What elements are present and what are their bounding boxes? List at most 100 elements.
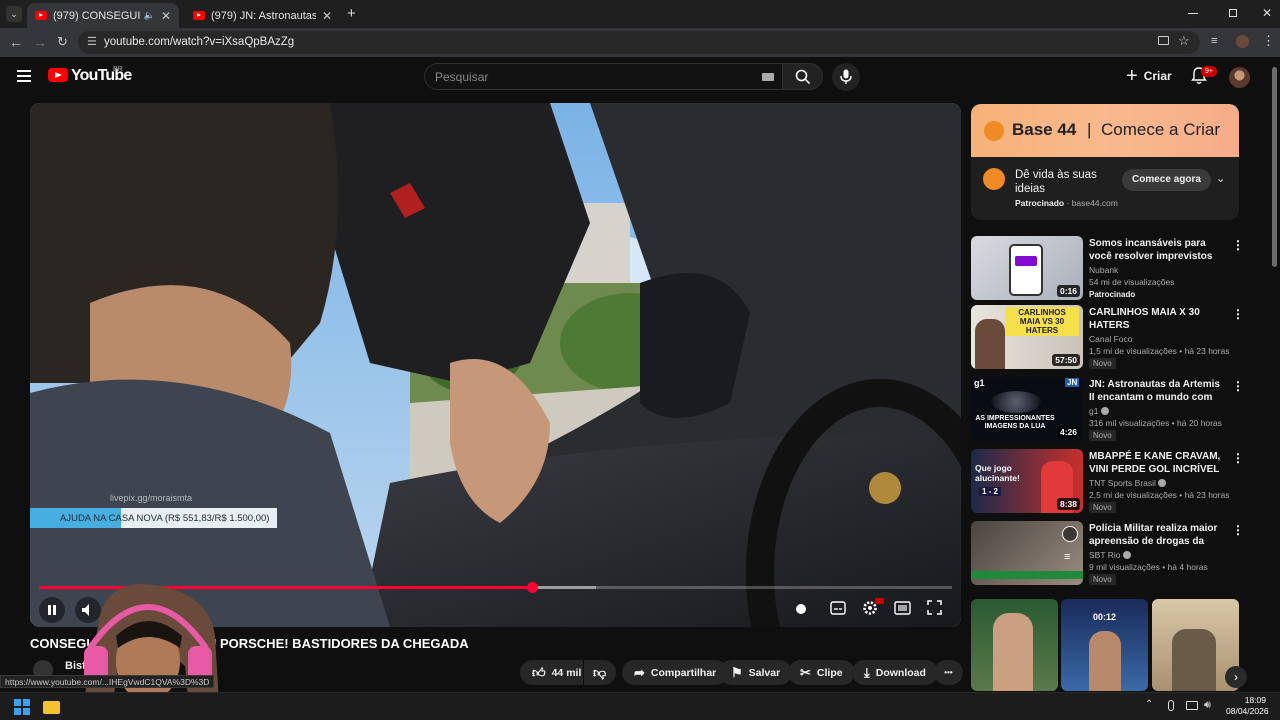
video-thumbnail[interactable]: 0:16 (971, 236, 1083, 300)
install-app-icon[interactable] (1158, 36, 1169, 45)
ad-domain: base44.com (1071, 198, 1118, 208)
recommendation-item[interactable]: CARLINHOS MAIA VS 30 HATERS 57:50 CARLIN… (971, 305, 1244, 371)
restore-icon[interactable] (1229, 9, 1237, 17)
video-thumbnail[interactable]: ≡ (971, 521, 1083, 585)
account-avatar[interactable] (1229, 67, 1250, 88)
forward-icon[interactable]: → (33, 34, 47, 50)
ad-meta: Patrocinado · base44.com (1015, 198, 1118, 208)
autoplay-toggle[interactable] (793, 602, 811, 616)
video-duration: 0:16 (1056, 285, 1080, 297)
search-input[interactable]: Pesquisar (424, 63, 783, 90)
short-thumbnail[interactable]: 00:12 (1061, 599, 1148, 691)
site-info-icon[interactable]: ☰ (87, 35, 97, 48)
microphone-tray-icon[interactable] (1168, 700, 1174, 711)
tab-close-icon[interactable]: ✕ (322, 9, 332, 23)
theater-mode-icon[interactable] (894, 601, 911, 615)
tray-expand-icon[interactable]: ⌃ (1145, 699, 1153, 710)
scrollbar-thumb[interactable] (1272, 67, 1277, 267)
save-button[interactable]: ⚑ Salvar (719, 660, 793, 685)
tab-search-button[interactable]: ⌄ (6, 6, 22, 22)
channel-logo-g1: g1 (974, 378, 985, 388)
channel-name[interactable]: g1 (1089, 406, 1109, 416)
more-options-icon[interactable]: ⋮ (1232, 379, 1244, 393)
more-actions-button[interactable]: ••• (934, 660, 963, 685)
clock-date: 08/04/2026 (1226, 706, 1269, 716)
system-clock[interactable]: 18:09 08/04/2026 (1226, 695, 1269, 717)
video-player[interactable]: livepix.gg/moraismta AJUDA NA CASA NOVA … (30, 103, 961, 627)
recommendation-item[interactable]: 0:16 Somos incansáveis para você resolve… (971, 236, 1244, 302)
youtube-logo-icon[interactable] (48, 68, 68, 82)
channel-name[interactable]: TNT Sports Brasil (1089, 478, 1167, 488)
more-options-icon[interactable]: ⋮ (1232, 307, 1244, 321)
more-options-icon[interactable]: ⋮ (1232, 451, 1244, 465)
ad-cta-button[interactable]: Comece agora (1122, 169, 1211, 191)
verified-icon (1122, 551, 1131, 559)
video-title[interactable]: CARLINHOS MAIA X 30 HATERS (1089, 306, 1227, 332)
like-button[interactable]: 👍︎ 44 mil (520, 660, 583, 685)
ad-headline[interactable]: Dê vida às suas ideias (1015, 168, 1115, 196)
hamburger-menu-icon[interactable] (17, 70, 31, 82)
video-thumbnail[interactable]: g1 JN AS IMPRESSIONANTES IMAGENS DA LUA … (971, 377, 1083, 441)
new-badge: Novo (1089, 430, 1116, 441)
short-thumbnail[interactable] (971, 599, 1058, 691)
bookmark-star-icon[interactable]: ☆ (1178, 33, 1190, 49)
browser-menu-icon[interactable]: ⋮ (1262, 33, 1275, 49)
address-bar[interactable]: ☰ youtube.com/watch?v=iXsaQpBAzZg ☆ (78, 31, 1200, 54)
minimize-icon[interactable] (1188, 13, 1198, 14)
video-meta: 54 mi de visualizações (1089, 277, 1175, 287)
page-scrollbar[interactable] (1270, 57, 1280, 692)
verified-icon (1100, 407, 1109, 415)
subtitles-icon[interactable] (830, 601, 846, 615)
scissors-icon: ✂ (800, 664, 811, 680)
close-window-icon[interactable]: ✕ (1262, 6, 1272, 20)
add-to-queue-icon[interactable]: ≡ (1064, 551, 1070, 563)
recommendation-item[interactable]: g1 JN AS IMPRESSIONANTES IMAGENS DA LUA … (971, 377, 1244, 443)
file-explorer-icon[interactable] (43, 701, 60, 714)
chevron-down-icon[interactable]: ⌄ (1216, 172, 1225, 185)
recommendation-item[interactable]: Que jogo alucinante! 1 - 2 8:38 MBAPPÉ E… (971, 449, 1244, 515)
video-thumbnail[interactable]: CARLINHOS MAIA VS 30 HATERS 57:50 (971, 305, 1083, 369)
sponsored-ad-card[interactable]: Base 44 | Comece a Criar Dê vida às suas… (971, 104, 1239, 220)
download-label: Download (875, 666, 926, 679)
tab-close-icon[interactable]: ✕ (161, 9, 171, 23)
media-controls-icon[interactable]: ≡ (1211, 35, 1217, 47)
ad-banner[interactable]: Base 44 | Comece a Criar (971, 104, 1239, 157)
keyboard-icon[interactable] (762, 73, 774, 81)
browser-tab-active[interactable]: (979) CONSEGUI COMPRAR 🔈 ✕ (27, 3, 179, 28)
browser-tab[interactable]: (979) JN: Astronautas da Artemis ✕ (185, 3, 340, 28)
network-icon[interactable] (1186, 701, 1198, 710)
new-badge: Novo (1089, 574, 1116, 585)
watch-later-icon[interactable] (1062, 526, 1078, 542)
new-tab-button[interactable]: + (347, 5, 356, 22)
channel-name[interactable]: Canal Foco (1089, 334, 1132, 344)
video-thumbnail[interactable]: Que jogo alucinante! 1 - 2 8:38 (971, 449, 1083, 513)
channel-name[interactable]: Nubank (1089, 265, 1118, 275)
reload-icon[interactable]: ↻ (57, 34, 68, 50)
profile-icon[interactable] (1236, 35, 1249, 48)
share-button[interactable]: ➦ Compartilhar (622, 660, 729, 685)
fullscreen-icon[interactable] (927, 600, 942, 615)
chevron-right-icon[interactable]: › (1225, 666, 1247, 688)
thumb-caption: AS IMPRESSIONANTES IMAGENS DA LUA (975, 415, 1055, 430)
back-icon[interactable]: ← (9, 34, 23, 50)
more-options-icon[interactable]: ⋮ (1232, 238, 1244, 252)
create-button[interactable]: + Criar (1126, 64, 1172, 88)
windows-start-icon[interactable] (14, 699, 30, 715)
voice-search-button[interactable] (832, 63, 860, 91)
download-button[interactable]: ⤓ Download (852, 660, 938, 685)
recommendation-item[interactable]: ≡ Polícia Militar realiza maior apreensã… (971, 521, 1244, 587)
video-title[interactable]: JN: Astronautas da Artemis II encantam o… (1089, 378, 1227, 404)
volume-tray-icon[interactable]: 🔊︎ (1204, 699, 1211, 712)
clip-button[interactable]: ✂ Clipe (788, 660, 855, 685)
dislike-button[interactable]: 👎︎ (584, 660, 616, 685)
pause-button[interactable] (39, 597, 65, 623)
video-title[interactable]: Somos incansáveis para você resolver imp… (1089, 237, 1227, 263)
video-title[interactable]: Polícia Militar realiza maior apreensão … (1089, 522, 1227, 548)
video-title[interactable]: MBAPPÉ E KANE CRAVAM, VINI PERDE GOL INC… (1089, 450, 1227, 476)
channel-name[interactable]: SBT Rio (1089, 550, 1131, 560)
search-button[interactable] (782, 63, 823, 90)
more-options-icon[interactable]: ⋮ (1232, 523, 1244, 537)
player-graphic (993, 613, 1033, 691)
progress-scrubber[interactable] (527, 582, 539, 593)
speaker-icon[interactable]: 🔈 (144, 10, 155, 21)
